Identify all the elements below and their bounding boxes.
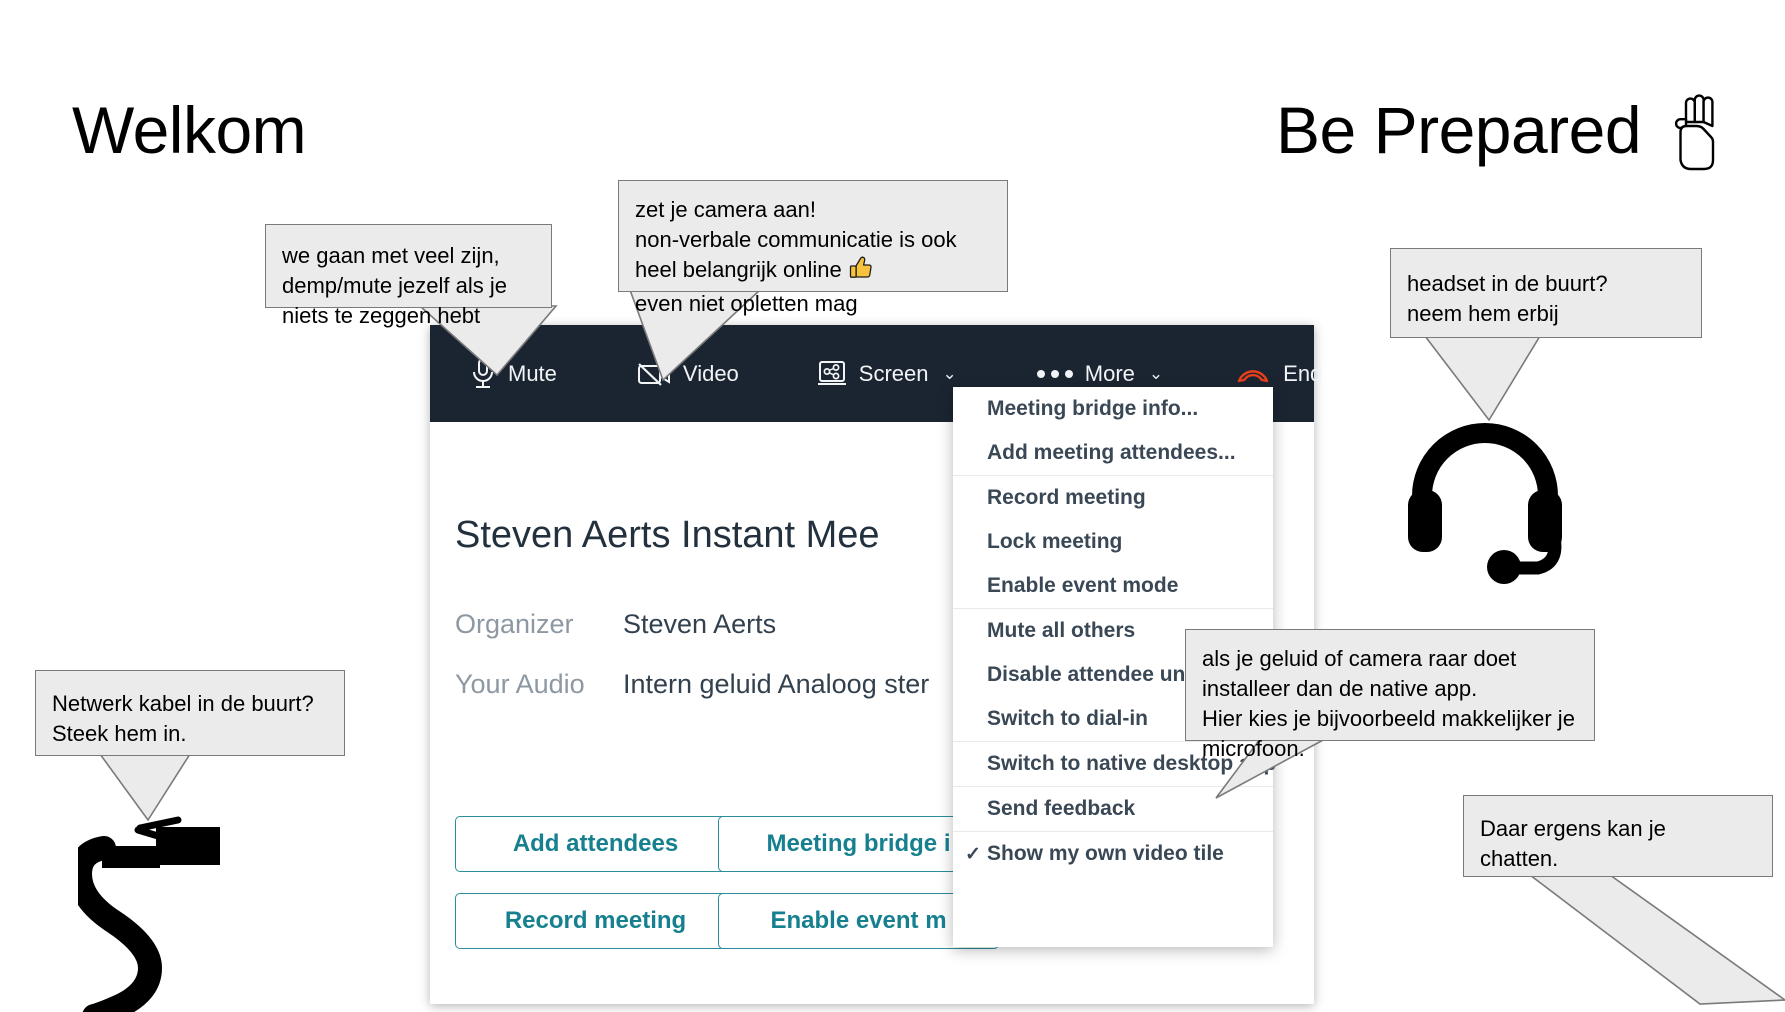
- toolbar-button-video[interactable]: Video: [637, 361, 739, 387]
- menu-item-show-my-own-video-tile[interactable]: ✓ Show my own video tile: [953, 832, 1273, 876]
- page-title-right: Be Prepared: [1276, 93, 1642, 167]
- menu-group-6: ✓ Show my own video tile: [953, 832, 1273, 876]
- menu-item-add-meeting-attendees[interactable]: Add meeting attendees...: [953, 431, 1273, 475]
- callout-network-cable-line-1: Netwerk kabel in de buurt?: [52, 691, 314, 716]
- page-title-left: Welkom: [72, 93, 307, 167]
- ellipsis-icon: [1036, 369, 1073, 378]
- meeting-title: Steven Aerts Instant Mee: [455, 514, 880, 556]
- menu-item-meeting-bridge-info[interactable]: Meeting bridge info...: [953, 387, 1273, 431]
- menu-group-2: Record meeting Lock meeting Enable event…: [953, 476, 1273, 609]
- slide-canvas: Welkom Be Prepared Mute Video Screen ⌄ M…: [0, 0, 1785, 1012]
- callout-headset-line-1: headset in de buurt?: [1407, 271, 1608, 296]
- thumbs-up-icon: [848, 255, 874, 289]
- detail-value-organizer: Steven Aerts: [623, 609, 777, 639]
- detail-row-organizer: Organizer Steven Aerts: [455, 609, 776, 640]
- toolbar-button-more[interactable]: More ⌄: [1036, 360, 1164, 387]
- menu-item-enable-event-mode[interactable]: Enable event mode: [953, 564, 1273, 608]
- end-call-icon: [1235, 362, 1271, 386]
- callout-camera-line-3: heel belangrijk online: [635, 255, 991, 289]
- scout-salute-hand-icon: [1674, 94, 1715, 171]
- toolbar-button-screen[interactable]: Screen ⌄: [817, 360, 957, 388]
- record-meeting-button[interactable]: Record meeting: [455, 893, 736, 949]
- toolbar-button-end[interactable]: End: [1235, 361, 1322, 387]
- toolbar-label-more: More: [1084, 360, 1135, 386]
- callout-native-app-line-3: Hier kies je bijvoorbeeld makkelijker je: [1202, 706, 1575, 731]
- detail-label-your-audio: Your Audio: [455, 669, 585, 699]
- menu-group-1: Meeting bridge info... Add meeting atten…: [953, 387, 1273, 476]
- callout-headset: headset in de buurt? neem hem erbij: [1390, 248, 1702, 338]
- callout-mute: we gaan met veel zijn, demp/mute jezelf …: [265, 224, 552, 328]
- headset-icon: [1408, 423, 1562, 584]
- callout-mute-line-1: we gaan met veel zijn,: [282, 243, 500, 268]
- callout-chat-line-1: Daar ergens kan je: [1480, 816, 1666, 841]
- menu-group-5: Send feedback: [953, 787, 1273, 832]
- callout-native-app: als je geluid of camera raar doet instal…: [1185, 629, 1595, 761]
- checkmark-icon: ✓: [965, 843, 981, 865]
- callout-camera-line-3-text: heel belangrijk online: [635, 257, 842, 282]
- toolbar-button-mute[interactable]: Mute: [470, 357, 557, 391]
- toolbar-label-mute: Mute: [508, 360, 557, 386]
- callout-mute-line-3: niets te zeggen hebt: [282, 303, 481, 328]
- chevron-down-icon-more: ⌄: [1148, 363, 1164, 383]
- toolbar-label-screen: Screen: [858, 360, 929, 386]
- callout-native-app-line-1: als je geluid of camera raar doet: [1202, 646, 1517, 671]
- add-attendees-button[interactable]: Add attendees: [455, 816, 736, 872]
- callout-native-app-line-2: installeer dan de native app.: [1202, 676, 1478, 701]
- callout-network-cable-line-2: Steek hem in.: [52, 721, 187, 746]
- menu-item-label-show-my-own-video-tile: Show my own video tile: [987, 842, 1224, 865]
- callout-camera-line-4: even niet opletten mag: [635, 291, 858, 316]
- callout-camera-line-1: zet je camera aan!: [635, 197, 816, 222]
- video-off-icon: [637, 361, 671, 387]
- chevron-down-icon-screen: ⌄: [942, 363, 957, 383]
- callout-headset-line-2: neem hem erbij: [1407, 301, 1559, 326]
- callout-native-app-line-4: microfoon.: [1202, 736, 1305, 761]
- toolbar-label-end: End: [1283, 360, 1323, 386]
- menu-item-send-feedback[interactable]: Send feedback: [953, 787, 1273, 831]
- detail-value-your-audio: Intern geluid Analoog ster: [623, 669, 930, 699]
- ethernet-cable-icon: [78, 816, 220, 1012]
- microphone-icon: [470, 357, 496, 391]
- screen-share-icon: [817, 360, 847, 388]
- callout-chat: Daar ergens kan je chatten.: [1463, 795, 1773, 877]
- callout-network-cable: Netwerk kabel in de buurt? Steek hem in.: [35, 670, 345, 756]
- detail-label-organizer: Organizer: [455, 609, 574, 639]
- toolbar-label-video: Video: [682, 360, 739, 386]
- menu-item-record-meeting[interactable]: Record meeting: [953, 476, 1273, 520]
- detail-row-your-audio: Your Audio Intern geluid Analoog ster: [455, 669, 929, 700]
- callout-mute-line-2: demp/mute jezelf als je: [282, 273, 507, 298]
- callout-camera-line-2: non-verbale communicatie is ook: [635, 227, 957, 252]
- menu-item-lock-meeting[interactable]: Lock meeting: [953, 520, 1273, 564]
- callout-chat-line-2: chatten.: [1480, 846, 1559, 871]
- callout-camera: zet je camera aan! non-verbale communica…: [618, 180, 1008, 316]
